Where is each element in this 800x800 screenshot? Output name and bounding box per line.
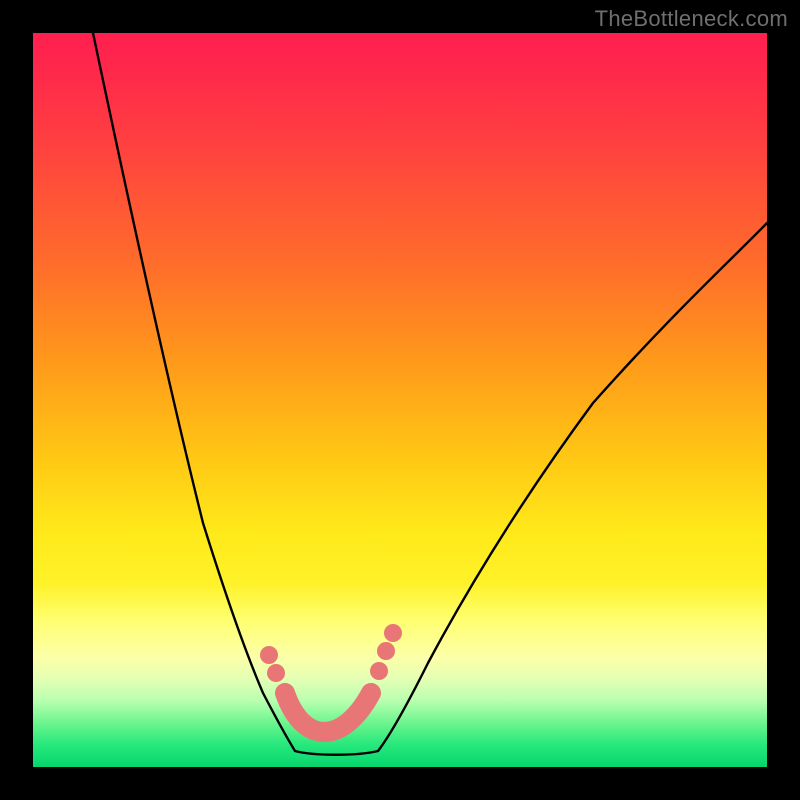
- anchor-dot: [377, 642, 395, 660]
- anchor-markers: [260, 624, 402, 732]
- anchor-bottom-segment: [285, 693, 371, 732]
- anchor-dot: [267, 664, 285, 682]
- chart-frame: TheBottleneck.com: [0, 0, 800, 800]
- bottleneck-curve: [93, 33, 767, 755]
- curve-overlay: [33, 33, 767, 767]
- anchor-dot: [260, 646, 278, 664]
- anchor-dot: [384, 624, 402, 642]
- plot-area: [33, 33, 767, 767]
- watermark-text: TheBottleneck.com: [595, 6, 788, 32]
- anchor-dot: [370, 662, 388, 680]
